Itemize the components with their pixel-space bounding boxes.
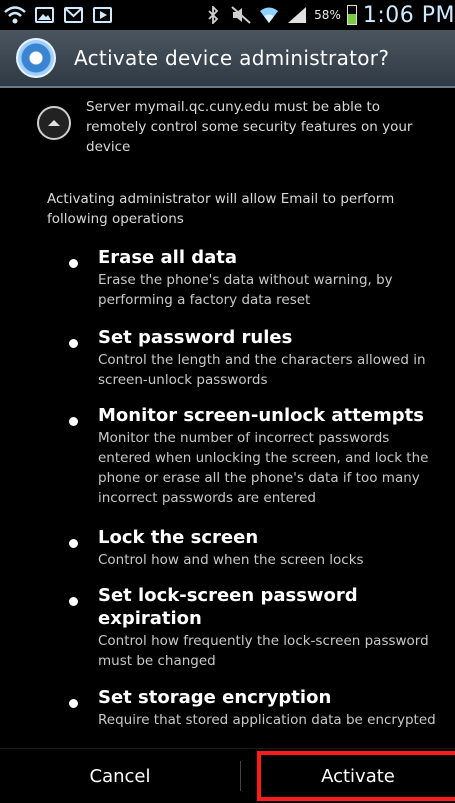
policy-description: Require that stored application data be … [98, 712, 436, 728]
battery-icon [346, 5, 357, 25]
dialog-title: Activate device administrator? [74, 46, 390, 70]
policy-title: Set lock-screen password expiration [98, 585, 358, 629]
collapse-button[interactable] [37, 106, 71, 140]
bullet-icon [69, 539, 78, 548]
server-message: Server mymail.qc.cuny.edu must be able t… [86, 99, 413, 155]
mute-icon [230, 5, 252, 25]
policy-title: Erase all data [98, 247, 238, 268]
bluetooth-icon [202, 5, 224, 25]
play-store-icon [91, 5, 113, 25]
dialog-content[interactable]: Server mymail.qc.cuny.edu must be able t… [0, 90, 455, 748]
activate-button[interactable]: Activate [257, 751, 455, 801]
policy-title: Set password rules [98, 327, 293, 348]
bullet-icon [69, 699, 78, 708]
wifi-icon [4, 5, 26, 25]
policy-description: Control the length and the characters al… [98, 352, 426, 388]
policy-description: Erase the phone's data without warning, … [98, 272, 393, 308]
gear-icon [16, 38, 56, 78]
intro-text: Activating administrator will allow Emai… [47, 191, 395, 227]
clock: 1:06 PM [362, 2, 455, 28]
cancel-button[interactable]: Cancel [0, 749, 240, 803]
bullet-icon [69, 339, 78, 348]
bullet-icon [69, 417, 78, 426]
wifi-signal-icon [258, 5, 280, 25]
button-divider [240, 761, 241, 791]
battery-percent: 58% [314, 8, 341, 22]
cell-signal-icon [286, 5, 308, 25]
button-bar: Cancel Activate [0, 748, 455, 803]
policy-title: Monitor screen-unlock attempts [98, 405, 424, 426]
policy-description: Control how and when the screen locks [98, 552, 364, 568]
status-bar: 58% 1:06 PM [0, 0, 455, 30]
bullet-icon [69, 259, 78, 268]
bullet-icon [69, 597, 78, 606]
policy-description: Control how frequently the lock-screen p… [98, 633, 429, 669]
dialog-title-bar: Activate device administrator? [0, 30, 455, 88]
gmail-icon [62, 5, 84, 25]
image-icon [33, 5, 55, 25]
policy-title: Set storage encryption [98, 687, 332, 708]
policy-description: Monitor the number of incorrect password… [98, 430, 429, 506]
chevron-up-icon [48, 120, 60, 126]
policy-title: Lock the screen [98, 527, 259, 548]
